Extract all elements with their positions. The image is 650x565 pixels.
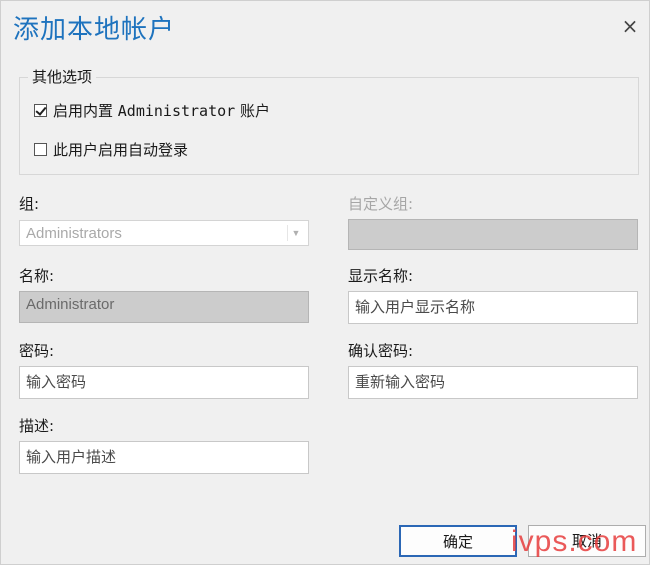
group-select[interactable]: Administrators ▼ [19, 220, 309, 246]
description-input[interactable]: 输入用户描述 [19, 441, 309, 474]
chevron-down-icon: ▼ [287, 225, 304, 241]
auto-login-label: 此用户启用自动登录 [53, 141, 189, 159]
ok-button[interactable]: 确定 [399, 525, 517, 557]
group-label: 组: [19, 195, 40, 213]
other-options-legend: 其他选项 [28, 66, 97, 87]
custom-group-label: 自定义组: [348, 195, 414, 213]
close-icon[interactable]: × [619, 15, 641, 37]
other-options-group [19, 77, 639, 175]
enable-admin-label-account: Administrator [117, 102, 236, 120]
enable-admin-checkbox[interactable] [34, 104, 47, 117]
enable-admin-option[interactable]: 启用内置 Administrator 账户 [34, 100, 270, 121]
dialog-title: 添加本地帐户 [13, 15, 176, 45]
group-select-value: Administrators [26, 225, 122, 242]
enable-admin-label-prefix: 启用内置 [53, 102, 118, 120]
name-input: Administrator [19, 291, 309, 323]
display-name-label: 显示名称: [348, 267, 414, 285]
password-label: 密码: [19, 342, 55, 360]
confirm-password-input[interactable]: 重新输入密码 [348, 366, 638, 399]
password-input[interactable]: 输入密码 [19, 366, 309, 399]
auto-login-option[interactable]: 此用户启用自动登录 [34, 139, 188, 160]
auto-login-checkbox[interactable] [34, 143, 47, 156]
confirm-password-label: 确认密码: [348, 342, 414, 360]
cancel-button[interactable]: 取消 [528, 525, 646, 557]
name-label: 名称: [19, 267, 55, 285]
display-name-input[interactable]: 输入用户显示名称 [348, 291, 638, 324]
enable-admin-label-suffix: 账户 [235, 102, 270, 120]
add-local-account-dialog: 添加本地帐户 × 其他选项 启用内置 Administrator 账户 此用户启… [0, 0, 650, 565]
enable-admin-label: 启用内置 Administrator 账户 [53, 100, 270, 121]
description-label: 描述: [19, 417, 55, 435]
custom-group-input [348, 219, 638, 250]
